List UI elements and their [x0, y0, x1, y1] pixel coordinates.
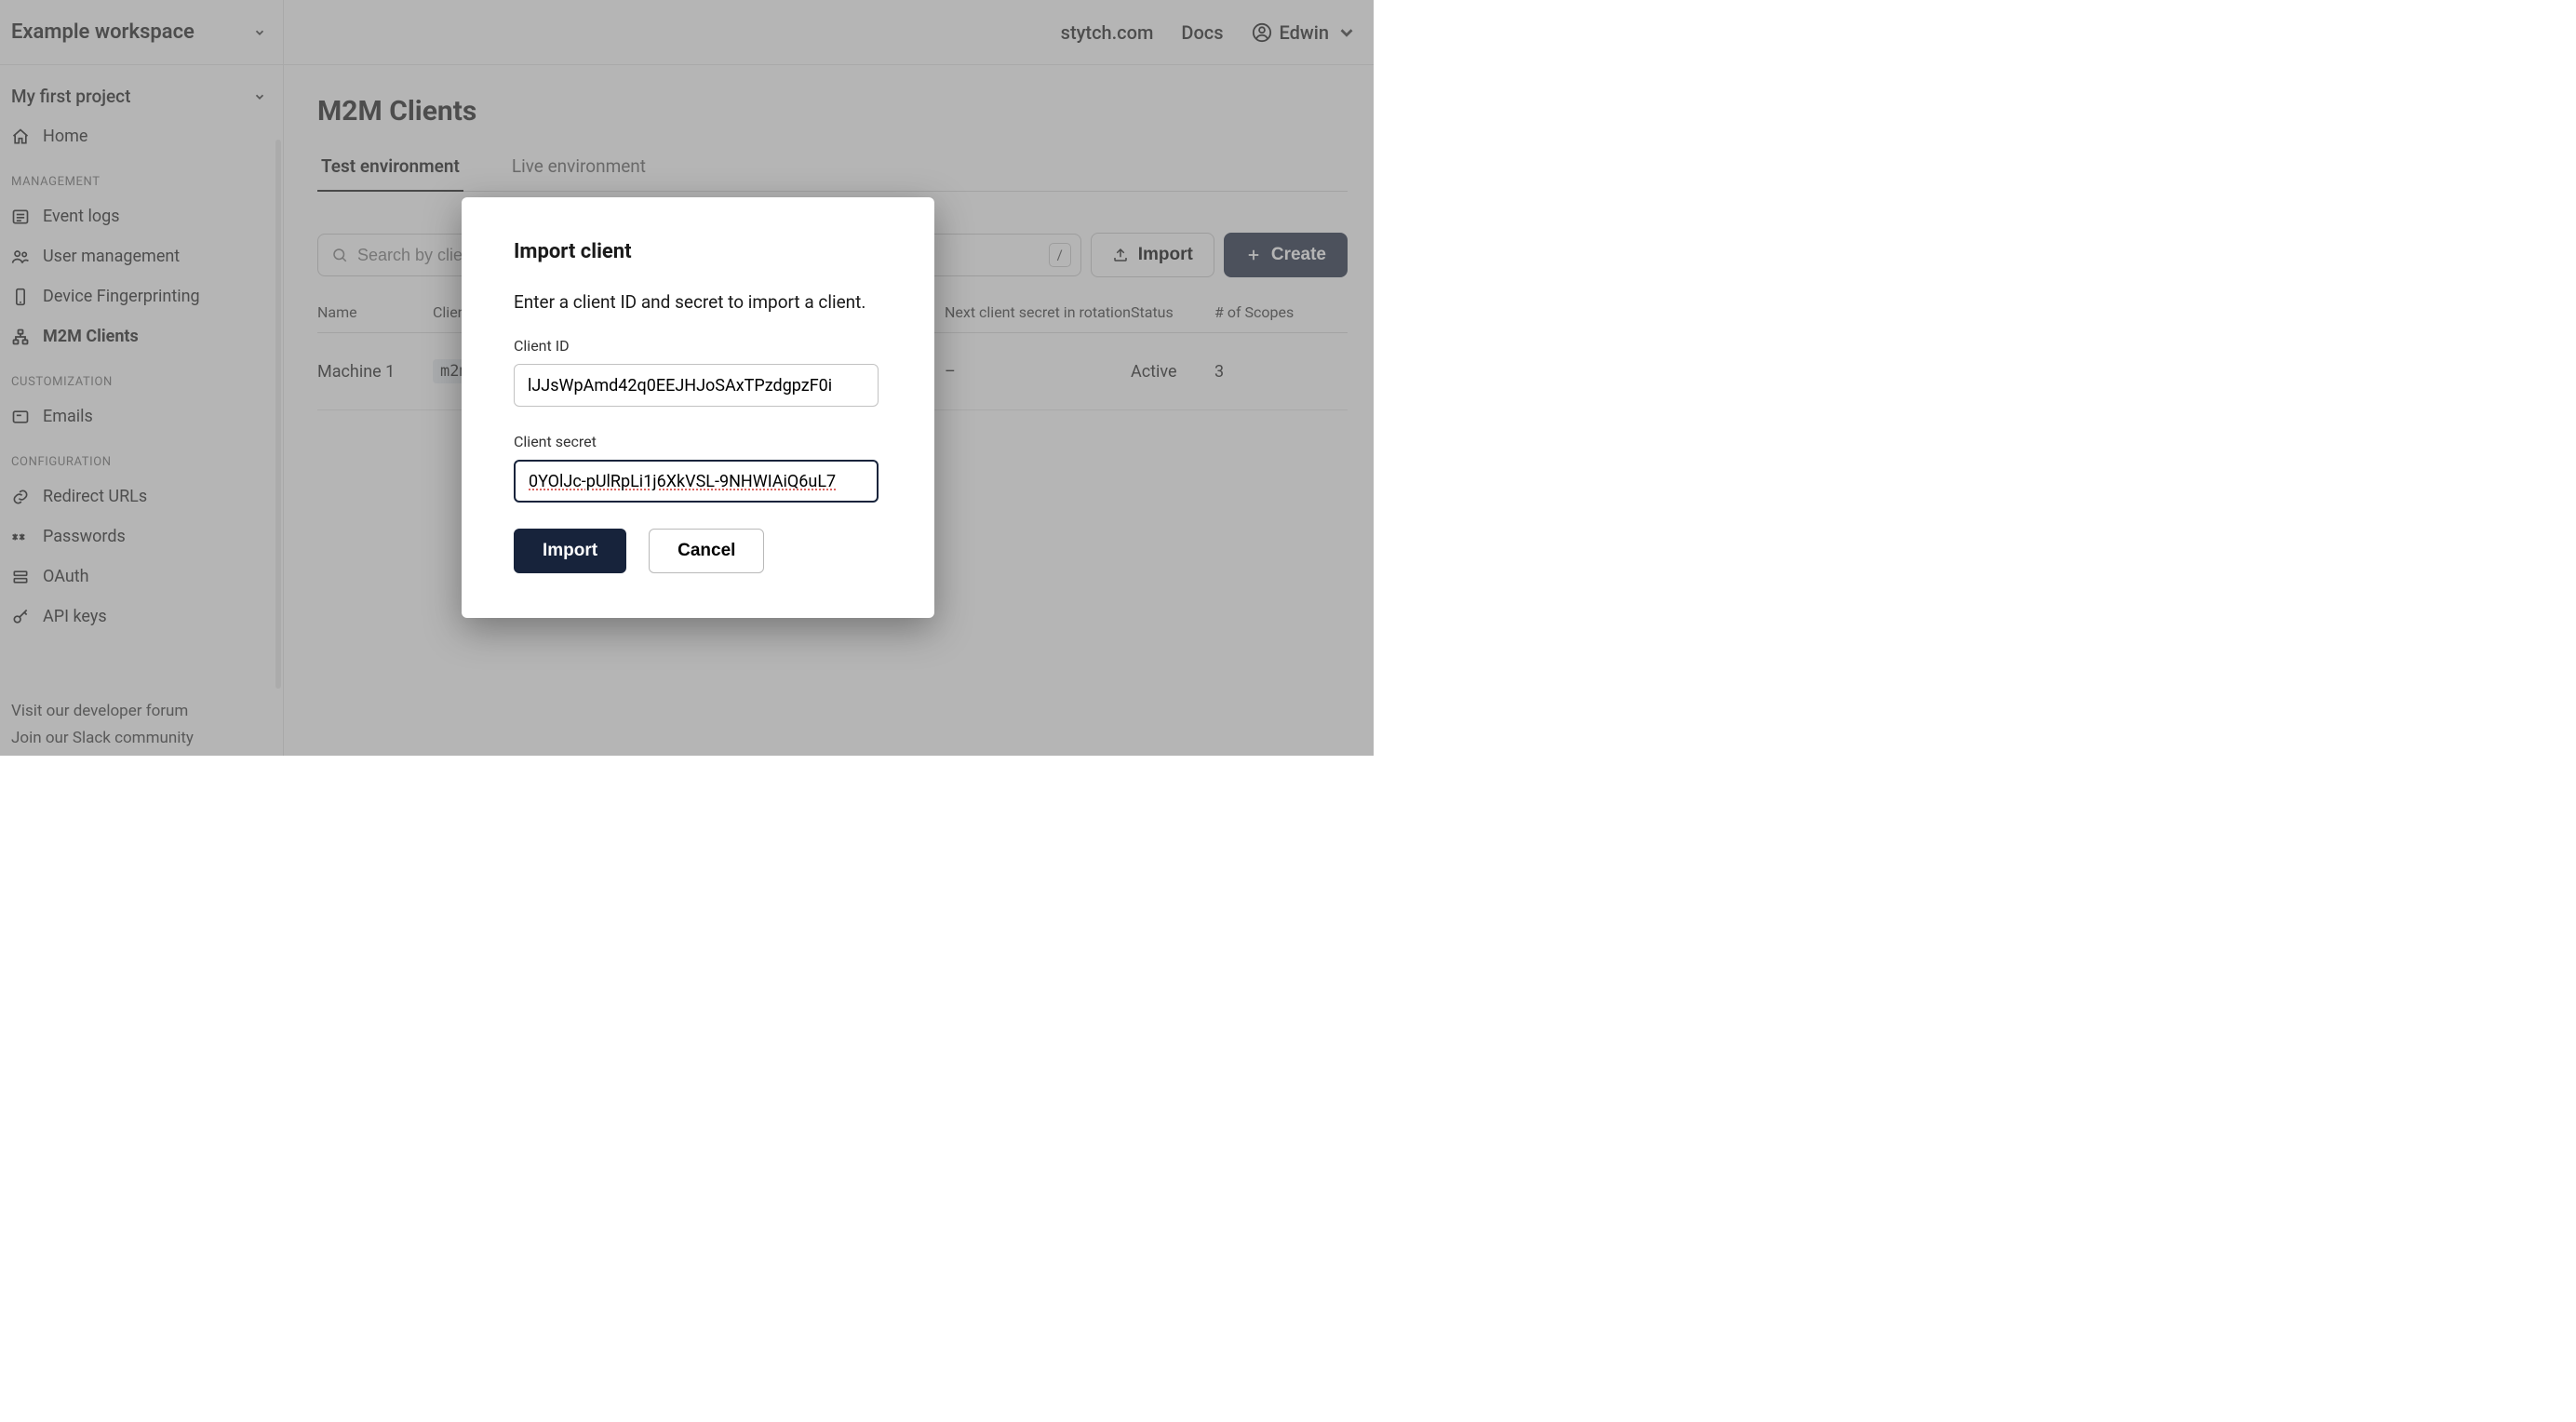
modal-actions: Import Cancel	[514, 529, 882, 573]
modal-description: Enter a client ID and secret to import a…	[514, 291, 882, 313]
client-id-label: Client ID	[514, 337, 882, 355]
modal-cancel-button[interactable]: Cancel	[649, 529, 764, 573]
client-secret-label: Client secret	[514, 433, 882, 450]
modal-title: Import client	[514, 240, 882, 263]
field-client-secret: Client secret	[514, 433, 882, 503]
field-client-id: Client ID	[514, 337, 882, 407]
client-id-input[interactable]	[514, 364, 879, 407]
modal-import-button[interactable]: Import	[514, 529, 626, 573]
client-secret-input[interactable]	[514, 460, 879, 503]
import-client-modal: Import client Enter a client ID and secr…	[462, 197, 934, 618]
